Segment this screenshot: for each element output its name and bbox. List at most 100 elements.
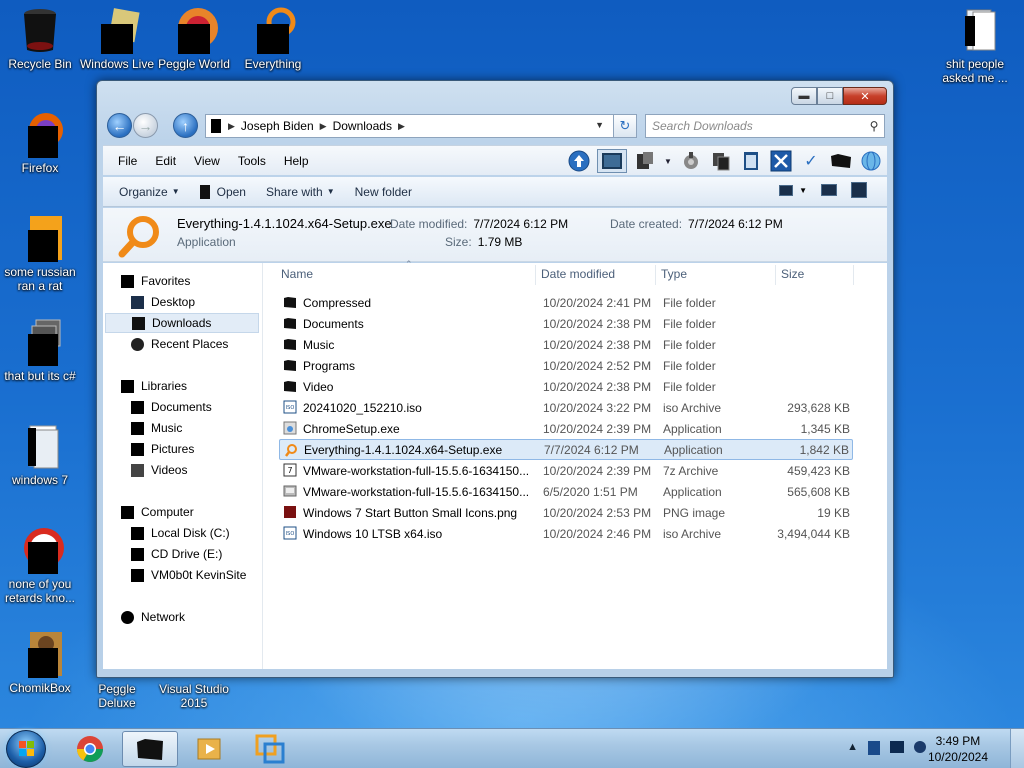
checkmark-icon[interactable]: ✓ — [799, 149, 823, 173]
disk-cleanup-icon[interactable] — [679, 149, 703, 173]
nav-favorites[interactable]: Favorites — [121, 271, 190, 291]
file-row[interactable]: Video 10/20/2024 2:38 PM File folder — [279, 376, 853, 397]
nav-desktop[interactable]: Desktop — [131, 292, 195, 312]
organize-button[interactable]: Organize ▼ — [109, 185, 190, 199]
nav-local-disk[interactable]: Local Disk (C:) — [131, 523, 230, 543]
file-list[interactable]: ⌃ Name Date modified Type Size Compresse… — [269, 259, 887, 669]
address-bar[interactable]: ▶ Joseph Biden ▶ Downloads ▶ ▼ — [205, 114, 637, 138]
search-input[interactable]: Search Downloads ⚲ — [645, 114, 885, 138]
nav-pictures[interactable]: Pictures — [131, 439, 194, 459]
file-row[interactable]: Music 10/20/2024 2:38 PM File folder — [279, 334, 853, 355]
new-folder-button[interactable]: New folder — [345, 185, 422, 199]
column-header-type[interactable]: Type — [661, 263, 775, 285]
change-view-button[interactable]: ▼ — [779, 184, 807, 196]
menu-file[interactable]: File — [109, 154, 146, 168]
menu-bar: File Edit View Tools Help ▼ ✓ — [103, 145, 887, 175]
file-name: Video — [303, 379, 334, 394]
close-button[interactable]: ✕ — [843, 87, 887, 105]
file-row[interactable]: Compressed 10/20/2024 2:41 PM File folder — [279, 292, 853, 313]
taskbar-chrome[interactable] — [62, 731, 118, 767]
desktop-icon-windows-live-mail[interactable]: Windows Live Mail — [78, 6, 156, 71]
breadcrumb-joseph-biden[interactable]: Joseph Biden — [236, 119, 319, 133]
menu-tools[interactable]: Tools — [229, 154, 275, 168]
column-divider[interactable] — [775, 265, 776, 285]
file-row[interactable]: Windows 7 Start Button Small Icons.png 10… — [279, 502, 853, 523]
nav-recent-places[interactable]: Recent Places — [131, 334, 228, 354]
taskbar-vmware[interactable] — [242, 731, 298, 767]
desktop-icon-none-of-you[interactable]: none of you retards kno... — [1, 526, 79, 605]
nav-computer[interactable]: Computer — [121, 502, 194, 522]
properties-icon[interactable] — [633, 149, 657, 173]
minimize-button[interactable]: ▬ — [791, 87, 817, 105]
network-tray-icon[interactable] — [868, 741, 880, 755]
nav-downloads[interactable]: Downloads — [105, 313, 259, 333]
start-button[interactable] — [6, 730, 46, 768]
file-row[interactable]: ISO 20241020_152210.iso 10/20/2024 3:22 PM… — [279, 397, 853, 418]
taskbar-explorer[interactable] — [122, 731, 178, 767]
navigation-pane[interactable]: Favorites Desktop Downloads Recent Place… — [103, 263, 263, 669]
help-icon[interactable] — [851, 182, 867, 198]
file-row[interactable]: ISO Windows 10 LTSB x64.iso 10/20/2024 2:4… — [279, 523, 853, 544]
globe-icon[interactable] — [859, 149, 883, 173]
column-header-name[interactable]: Name — [281, 263, 531, 285]
desktop-icon-russian-rat[interactable]: e some russian ran a rat — [1, 214, 79, 293]
show-desktop-button[interactable] — [1010, 729, 1024, 768]
folder-dark-icon[interactable] — [829, 149, 853, 173]
tray-expand-icon[interactable]: ▲ — [847, 741, 858, 755]
column-name-label: Name — [281, 267, 314, 281]
desktop-icon-shit-people-asked[interactable]: shit people asked me ... — [936, 6, 1014, 85]
up-button[interactable]: ↑ — [173, 113, 198, 138]
menu-view[interactable]: View — [185, 154, 229, 168]
desktop-icon-everything[interactable]: Everything — [234, 6, 312, 71]
desktop-icon-peggle-wow[interactable]: Peggle World of Warcraft — [155, 6, 233, 71]
nav-cd-drive[interactable]: CD Drive (E:) — [131, 544, 222, 564]
preview-pane-icon[interactable] — [821, 184, 837, 196]
column-divider[interactable] — [535, 265, 536, 285]
view-pane-icon[interactable] — [597, 149, 627, 173]
taskbar-media-player[interactable] — [182, 731, 238, 767]
file-row[interactable]: 7 VMware-workstation-full-15.5.6-1634150.… — [279, 460, 853, 481]
refresh-button[interactable]: ↻ — [613, 114, 637, 138]
file-row[interactable]: Documents 10/20/2024 2:38 PM File folder — [279, 313, 853, 334]
file-row[interactable]: Programs 10/20/2024 2:52 PM File folder — [279, 355, 853, 376]
column-header-date-modified[interactable]: Date modified — [541, 263, 655, 285]
file-row[interactable]: Everything-1.4.1.1024.x64-Setup.exe 7/7/2… — [279, 439, 853, 460]
search-icon[interactable]: ⚲ — [864, 119, 884, 133]
desktop-icon-chomikbox[interactable]: ChomikBox — [1, 630, 79, 695]
maximize-button[interactable]: □ — [817, 87, 843, 105]
breadcrumb-downloads[interactable]: Downloads — [328, 119, 397, 133]
desktop-icon-windows-7[interactable]: windows 7 — [1, 422, 79, 487]
column-divider[interactable] — [853, 265, 854, 285]
desktop-icon-visual-studio[interactable]: Visual Studio 2015 — [155, 682, 233, 710]
display-tray-icon[interactable] — [890, 741, 904, 753]
volume-icon[interactable] — [914, 741, 926, 753]
menu-edit[interactable]: Edit — [146, 154, 185, 168]
desktop-icon-firefox[interactable]: Firefox — [1, 110, 79, 175]
file-row[interactable]: VMware-workstation-full-15.5.6-1634150..… — [279, 481, 853, 502]
forward-button[interactable]: → — [133, 113, 158, 138]
column-header-size[interactable]: Size — [781, 263, 851, 285]
nav-vm-share[interactable]: VM0b0t KevinSite — [131, 565, 246, 585]
file-row[interactable]: ChromeSetup.exe 10/20/2024 2:39 PM Applica… — [279, 418, 853, 439]
up-arrow-icon[interactable] — [567, 149, 591, 173]
nav-music[interactable]: Music — [131, 418, 182, 438]
copy-icon[interactable] — [709, 149, 733, 173]
nav-videos[interactable]: Videos — [131, 460, 187, 480]
explorer-window[interactable]: ▬ □ ✕ ← → ↑ ▶ Joseph Biden ▶ Downloads ▶… — [96, 80, 894, 678]
open-button[interactable]: Open — [190, 184, 256, 199]
notepad-icon[interactable] — [739, 149, 763, 173]
desktop-icon-that-but-csharp[interactable]: that but its c# — [1, 318, 79, 383]
nav-network[interactable]: Network — [121, 607, 185, 627]
nav-documents[interactable]: Documents — [131, 397, 212, 417]
column-divider[interactable] — [655, 265, 656, 285]
chevron-down-icon[interactable]: ▼ — [595, 120, 604, 130]
share-with-button[interactable]: Share with ▼ — [256, 185, 345, 199]
clock[interactable]: 3:49 PM 10/20/2024 — [928, 733, 988, 765]
desktop-icon-recycle-bin[interactable]: Recycle Bin — [1, 6, 79, 71]
chevron-down-icon[interactable]: ▼ — [663, 149, 673, 173]
menu-help[interactable]: Help — [275, 154, 318, 168]
nav-libraries[interactable]: Libraries — [121, 376, 187, 396]
delete-icon[interactable] — [769, 149, 793, 173]
back-button[interactable]: ← — [107, 113, 132, 138]
desktop-icon-peggle-deluxe[interactable]: Peggle Deluxe — [78, 682, 156, 710]
